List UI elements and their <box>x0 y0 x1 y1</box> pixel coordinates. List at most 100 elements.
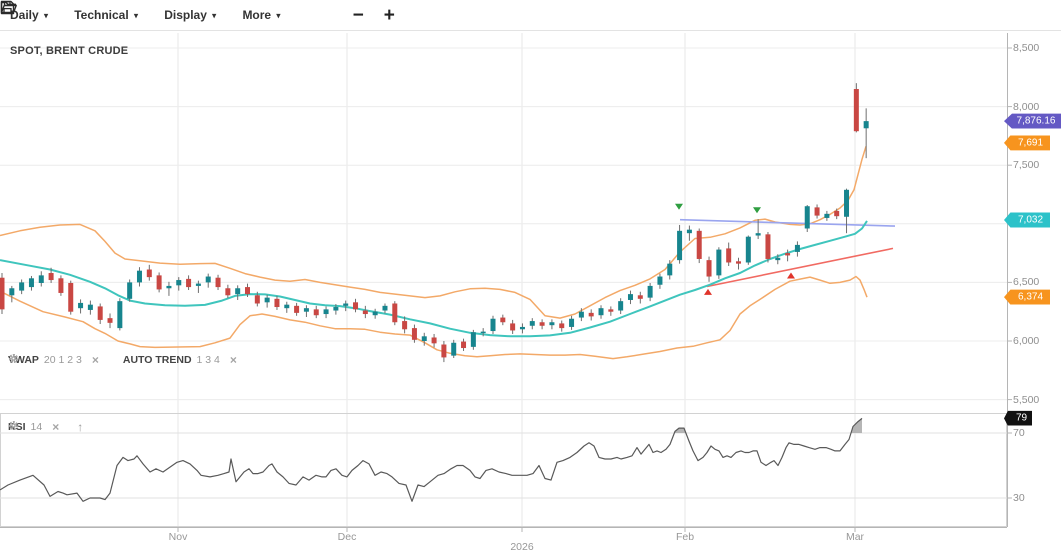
candle <box>854 89 859 131</box>
candle <box>687 230 692 234</box>
candle <box>815 207 820 215</box>
candle <box>216 278 221 287</box>
zoom-out-icon[interactable]: − <box>353 6 364 25</box>
toolbar-icons: − + <box>313 6 395 25</box>
candle <box>314 309 319 315</box>
candle <box>284 305 289 309</box>
vwap-remove-icon[interactable]: × <box>92 353 99 367</box>
candle <box>441 345 446 358</box>
candle <box>608 309 613 311</box>
candle <box>510 323 515 330</box>
more-menu-label: More <box>242 8 271 22</box>
chevron-down-icon: ▾ <box>134 10 139 21</box>
candle <box>589 313 594 317</box>
candle <box>805 206 810 228</box>
candle <box>9 288 14 295</box>
rsi-legend: RSI 14 × ↑ <box>8 420 83 434</box>
technical-menu[interactable]: Technical ▾ <box>74 8 138 22</box>
candle <box>559 323 564 328</box>
price-badge: 79 <box>1004 411 1032 426</box>
price-badge: 7,691 <box>1004 135 1050 150</box>
rsi-legend-params: 14 <box>31 421 43 433</box>
candle <box>648 286 653 298</box>
candle <box>333 307 338 311</box>
rsi-line <box>0 418 862 501</box>
sell-marker-icon <box>675 204 683 210</box>
candle <box>78 303 83 308</box>
candle <box>471 332 476 347</box>
candle <box>255 295 260 303</box>
candle <box>540 322 545 326</box>
candle <box>29 278 34 287</box>
candle <box>157 275 162 289</box>
candle <box>49 273 54 280</box>
candle <box>530 321 535 326</box>
candle <box>834 211 839 216</box>
candle <box>186 279 191 287</box>
sell-marker-icon <box>753 207 761 213</box>
candle <box>481 332 486 334</box>
auto-trend-resistance-trendline[interactable] <box>680 220 895 226</box>
price-chart-canvas <box>0 0 1061 554</box>
vwap-legend-params: 20 1 2 3 <box>44 354 82 366</box>
candle <box>569 319 574 327</box>
candle <box>618 301 623 310</box>
candle <box>294 306 299 313</box>
candle <box>785 253 790 255</box>
autotrend-remove-icon[interactable]: × <box>230 353 237 367</box>
candle <box>137 271 142 283</box>
candle <box>500 318 505 323</box>
more-menu[interactable]: More ▾ <box>242 8 280 22</box>
overlay-indicators-legend: VWAP 20 1 2 3 × AUTO TREND 1 3 4 × <box>8 353 237 367</box>
candle <box>402 321 407 329</box>
candle <box>667 264 672 276</box>
autotrend-legend-name: AUTO TREND <box>123 354 192 366</box>
candle <box>176 280 181 285</box>
candlesticks <box>0 83 869 362</box>
candle <box>58 278 63 293</box>
candle <box>549 322 554 325</box>
candle <box>127 282 132 298</box>
candle <box>657 277 662 285</box>
candle <box>206 277 211 283</box>
candle <box>716 250 721 276</box>
candle <box>736 261 741 263</box>
rsi-overbought-fill <box>851 418 862 433</box>
candle <box>422 336 427 341</box>
candle <box>324 309 329 314</box>
candle <box>520 327 525 329</box>
candle <box>304 308 309 312</box>
rsi-remove-icon[interactable]: × <box>52 420 59 434</box>
candle <box>19 282 24 290</box>
candle <box>235 288 240 294</box>
candle <box>746 237 751 263</box>
auto-trend-support-trendline[interactable] <box>707 248 893 286</box>
autotrend-legend-params: 1 3 4 <box>197 354 220 366</box>
chevron-down-icon: ▾ <box>44 10 49 21</box>
candle <box>765 234 770 259</box>
candle <box>373 312 378 316</box>
candle <box>265 298 270 303</box>
candle <box>225 288 230 295</box>
rsi-move-up-icon[interactable]: ↑ <box>77 420 83 434</box>
price-badge: 6,374 <box>1004 290 1050 305</box>
candle <box>756 233 761 235</box>
display-menu[interactable]: Display ▾ <box>164 8 216 22</box>
candle <box>245 287 250 294</box>
candle <box>579 312 584 318</box>
candle <box>795 245 800 252</box>
candle <box>677 231 682 260</box>
zoom-in-icon[interactable]: + <box>384 6 395 25</box>
candle <box>108 318 113 323</box>
chevron-down-icon: ▾ <box>276 10 281 21</box>
candle <box>824 214 829 218</box>
candle <box>392 303 397 322</box>
price-badge: 7,032 <box>1004 213 1050 228</box>
candle <box>68 283 73 312</box>
display-menu-label: Display <box>164 8 207 22</box>
candle <box>363 311 368 315</box>
candle <box>117 301 122 328</box>
candle <box>461 342 466 348</box>
candle <box>88 305 93 310</box>
candle <box>39 275 44 283</box>
